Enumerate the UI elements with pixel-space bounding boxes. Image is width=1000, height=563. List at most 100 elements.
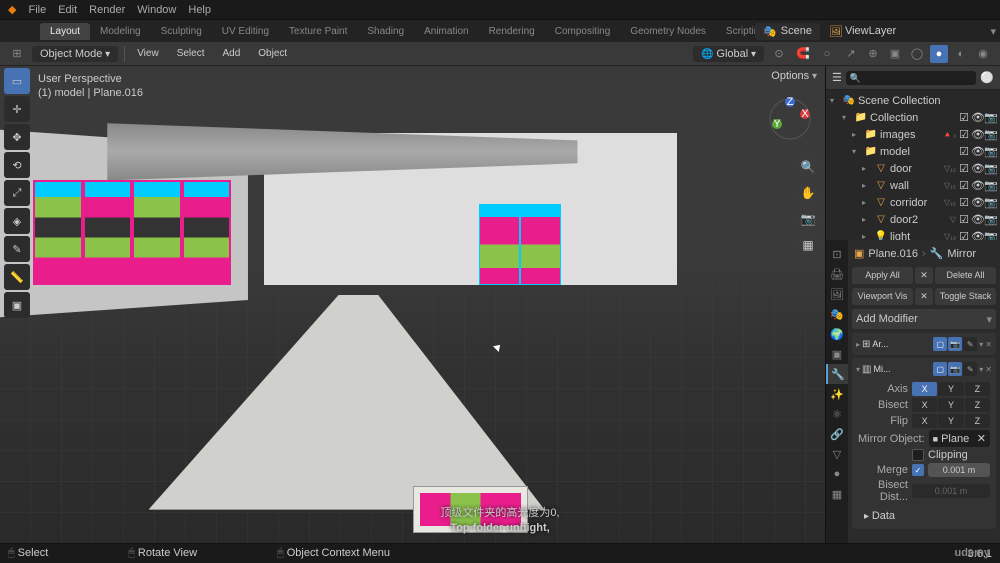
filter-icon[interactable]: ▾: [990, 25, 996, 38]
ptab-object[interactable]: ▣: [826, 344, 848, 364]
outliner-item[interactable]: ▾📁model☑👁📷: [826, 143, 1000, 160]
tool-scale[interactable]: ⤢: [4, 180, 30, 206]
mod-edit-icon[interactable]: ✎: [963, 337, 977, 351]
tool-addcube[interactable]: ▣: [4, 292, 30, 318]
tab-compositing[interactable]: Compositing: [545, 23, 621, 40]
nav-gizmo[interactable]: X Z Y: [765, 94, 815, 144]
outliner-search[interactable]: [846, 71, 976, 85]
menu-window[interactable]: Window: [137, 4, 176, 16]
ptab-particles[interactable]: ✨: [826, 384, 848, 404]
ptab-modifier[interactable]: 🔧: [826, 364, 848, 384]
mod-expand-icon[interactable]: ▸: [856, 340, 860, 349]
snap-icon[interactable]: 🧲: [794, 45, 812, 63]
bisect-y-button[interactable]: Y: [938, 398, 963, 412]
ptab-world[interactable]: 🌍: [826, 324, 848, 344]
flip-z-button[interactable]: Z: [965, 414, 990, 428]
mod-menu-icon[interactable]: ▾: [979, 340, 983, 349]
merge-dist-field[interactable]: 0.001 m: [928, 463, 990, 477]
axis-x-button[interactable]: X: [912, 382, 937, 396]
overlay-toggle-icon[interactable]: ⊕: [864, 45, 882, 63]
shading-matprev-icon[interactable]: ◐: [952, 45, 970, 63]
persp-icon[interactable]: ▦: [797, 234, 819, 256]
outliner-item[interactable]: ▸📁images🔺₃☑👁📷: [826, 126, 1000, 143]
axis-z-button[interactable]: Z: [965, 382, 990, 396]
tool-select[interactable]: ▭: [4, 68, 30, 94]
shading-solid-icon[interactable]: ●: [930, 45, 948, 63]
tool-rotate[interactable]: ⟲: [4, 152, 30, 178]
flip-x-button[interactable]: X: [912, 414, 937, 428]
toggle-stack-button[interactable]: Toggle Stack: [935, 288, 996, 305]
tab-rendering[interactable]: Rendering: [479, 23, 545, 40]
menu-file[interactable]: File: [28, 4, 46, 16]
ptab-texture[interactable]: ▦: [826, 484, 848, 504]
data-panel[interactable]: ▸ Data: [858, 507, 990, 525]
mod-menu-icon[interactable]: ▾: [979, 365, 983, 374]
tool-cursor[interactable]: ✛: [4, 96, 30, 122]
menu-render[interactable]: Render: [89, 4, 125, 16]
ptab-render[interactable]: ⊡: [826, 244, 848, 264]
gizmo-toggle-icon[interactable]: ↗: [842, 45, 860, 63]
menu-view[interactable]: View: [131, 48, 165, 59]
tab-sculpting[interactable]: Sculpting: [151, 23, 212, 40]
menu-object[interactable]: Object: [252, 48, 293, 59]
mod-close-icon[interactable]: ✕: [985, 365, 992, 374]
outliner[interactable]: ▾🎭 Scene Collection ▾📁Collection☑👁📷▸📁ima…: [826, 90, 1000, 240]
ptab-data[interactable]: ▽: [826, 444, 848, 464]
mod-render-icon[interactable]: 📷: [948, 362, 962, 376]
viewport-vis-button[interactable]: Viewport Vis: [852, 288, 913, 305]
scene-selector[interactable]: 🎭Scene: [755, 23, 820, 40]
tab-geonodes[interactable]: Geometry Nodes: [620, 23, 716, 40]
outliner-item[interactable]: ▸▽corridor▽₁₆☑👁📷: [826, 194, 1000, 211]
pivot-icon[interactable]: ⊙: [770, 45, 788, 63]
shading-wire-icon[interactable]: ◯: [908, 45, 926, 63]
xray-icon[interactable]: ▣: [886, 45, 904, 63]
mod-edit-icon[interactable]: ✎: [963, 362, 977, 376]
pan-icon[interactable]: ✋: [797, 182, 819, 204]
camera-icon[interactable]: 📷: [797, 208, 819, 230]
apply-close-button[interactable]: ✕: [915, 267, 933, 284]
tool-annotate[interactable]: ✎: [4, 236, 30, 262]
viewport-3d[interactable]: User Perspective (1) model | Plane.016 O…: [0, 66, 825, 543]
ptab-physics[interactable]: ⚛: [826, 404, 848, 424]
menu-edit[interactable]: Edit: [58, 4, 77, 16]
tab-texturepaint[interactable]: Texture Paint: [279, 23, 357, 40]
zoom-icon[interactable]: 🔍: [797, 156, 819, 178]
tab-animation[interactable]: Animation: [414, 23, 478, 40]
outliner-item[interactable]: ▸▽door2▽☑👁📷: [826, 211, 1000, 228]
orientation-selector[interactable]: 🌐 Global ▾: [693, 46, 764, 62]
add-modifier-button[interactable]: Add Modifier ▾: [852, 309, 996, 329]
menu-select[interactable]: Select: [171, 48, 211, 59]
bisect-z-button[interactable]: Z: [965, 398, 990, 412]
merge-checkbox[interactable]: ✓: [912, 464, 924, 476]
apply-all-button[interactable]: Apply All: [852, 267, 913, 284]
outliner-root[interactable]: ▾🎭 Scene Collection: [826, 92, 1000, 109]
ptab-scene[interactable]: 🎭: [826, 304, 848, 324]
mirror-object-field[interactable]: ■ Plane✕: [929, 430, 990, 447]
outliner-item[interactable]: ▸💡light▽₁₉☑👁📷: [826, 228, 1000, 240]
tool-move[interactable]: ✥: [4, 124, 30, 150]
mod-render-icon[interactable]: 📷: [948, 337, 962, 351]
outliner-item[interactable]: ▸▽wall▽₁₅☑👁📷: [826, 177, 1000, 194]
menu-add[interactable]: Add: [216, 48, 246, 59]
outliner-item[interactable]: ▸▽door▽₁₂☑👁📷: [826, 160, 1000, 177]
editor-type-icon[interactable]: ⊞: [8, 45, 26, 63]
mod-realtime-icon[interactable]: ▢: [933, 337, 947, 351]
ptab-constraint[interactable]: 🔗: [826, 424, 848, 444]
clipping-checkbox[interactable]: [912, 449, 924, 461]
bisect-x-button[interactable]: X: [912, 398, 937, 412]
outliner-type-icon[interactable]: ☰: [832, 71, 842, 84]
filter-icon[interactable]: ⚪: [980, 71, 994, 84]
viewlayer-selector[interactable]: ViewLayer: [845, 25, 989, 37]
viewport-options[interactable]: Options ▾: [771, 70, 817, 82]
axis-y-button[interactable]: Y: [938, 382, 963, 396]
mod-close-icon[interactable]: ✕: [985, 340, 992, 349]
ptab-viewlayer[interactable]: 🖼: [826, 284, 848, 304]
mod-expand-icon[interactable]: ▾: [856, 365, 860, 374]
tool-transform[interactable]: ◈: [4, 208, 30, 234]
delete-all-button[interactable]: Delete All: [935, 267, 996, 284]
bisect-dist-field[interactable]: 0.001 m: [912, 484, 990, 498]
tab-modeling[interactable]: Modeling: [90, 23, 151, 40]
tab-shading[interactable]: Shading: [357, 23, 414, 40]
outliner-item[interactable]: ▾📁Collection☑👁📷: [826, 109, 1000, 126]
ptab-output[interactable]: 🖨: [826, 264, 848, 284]
